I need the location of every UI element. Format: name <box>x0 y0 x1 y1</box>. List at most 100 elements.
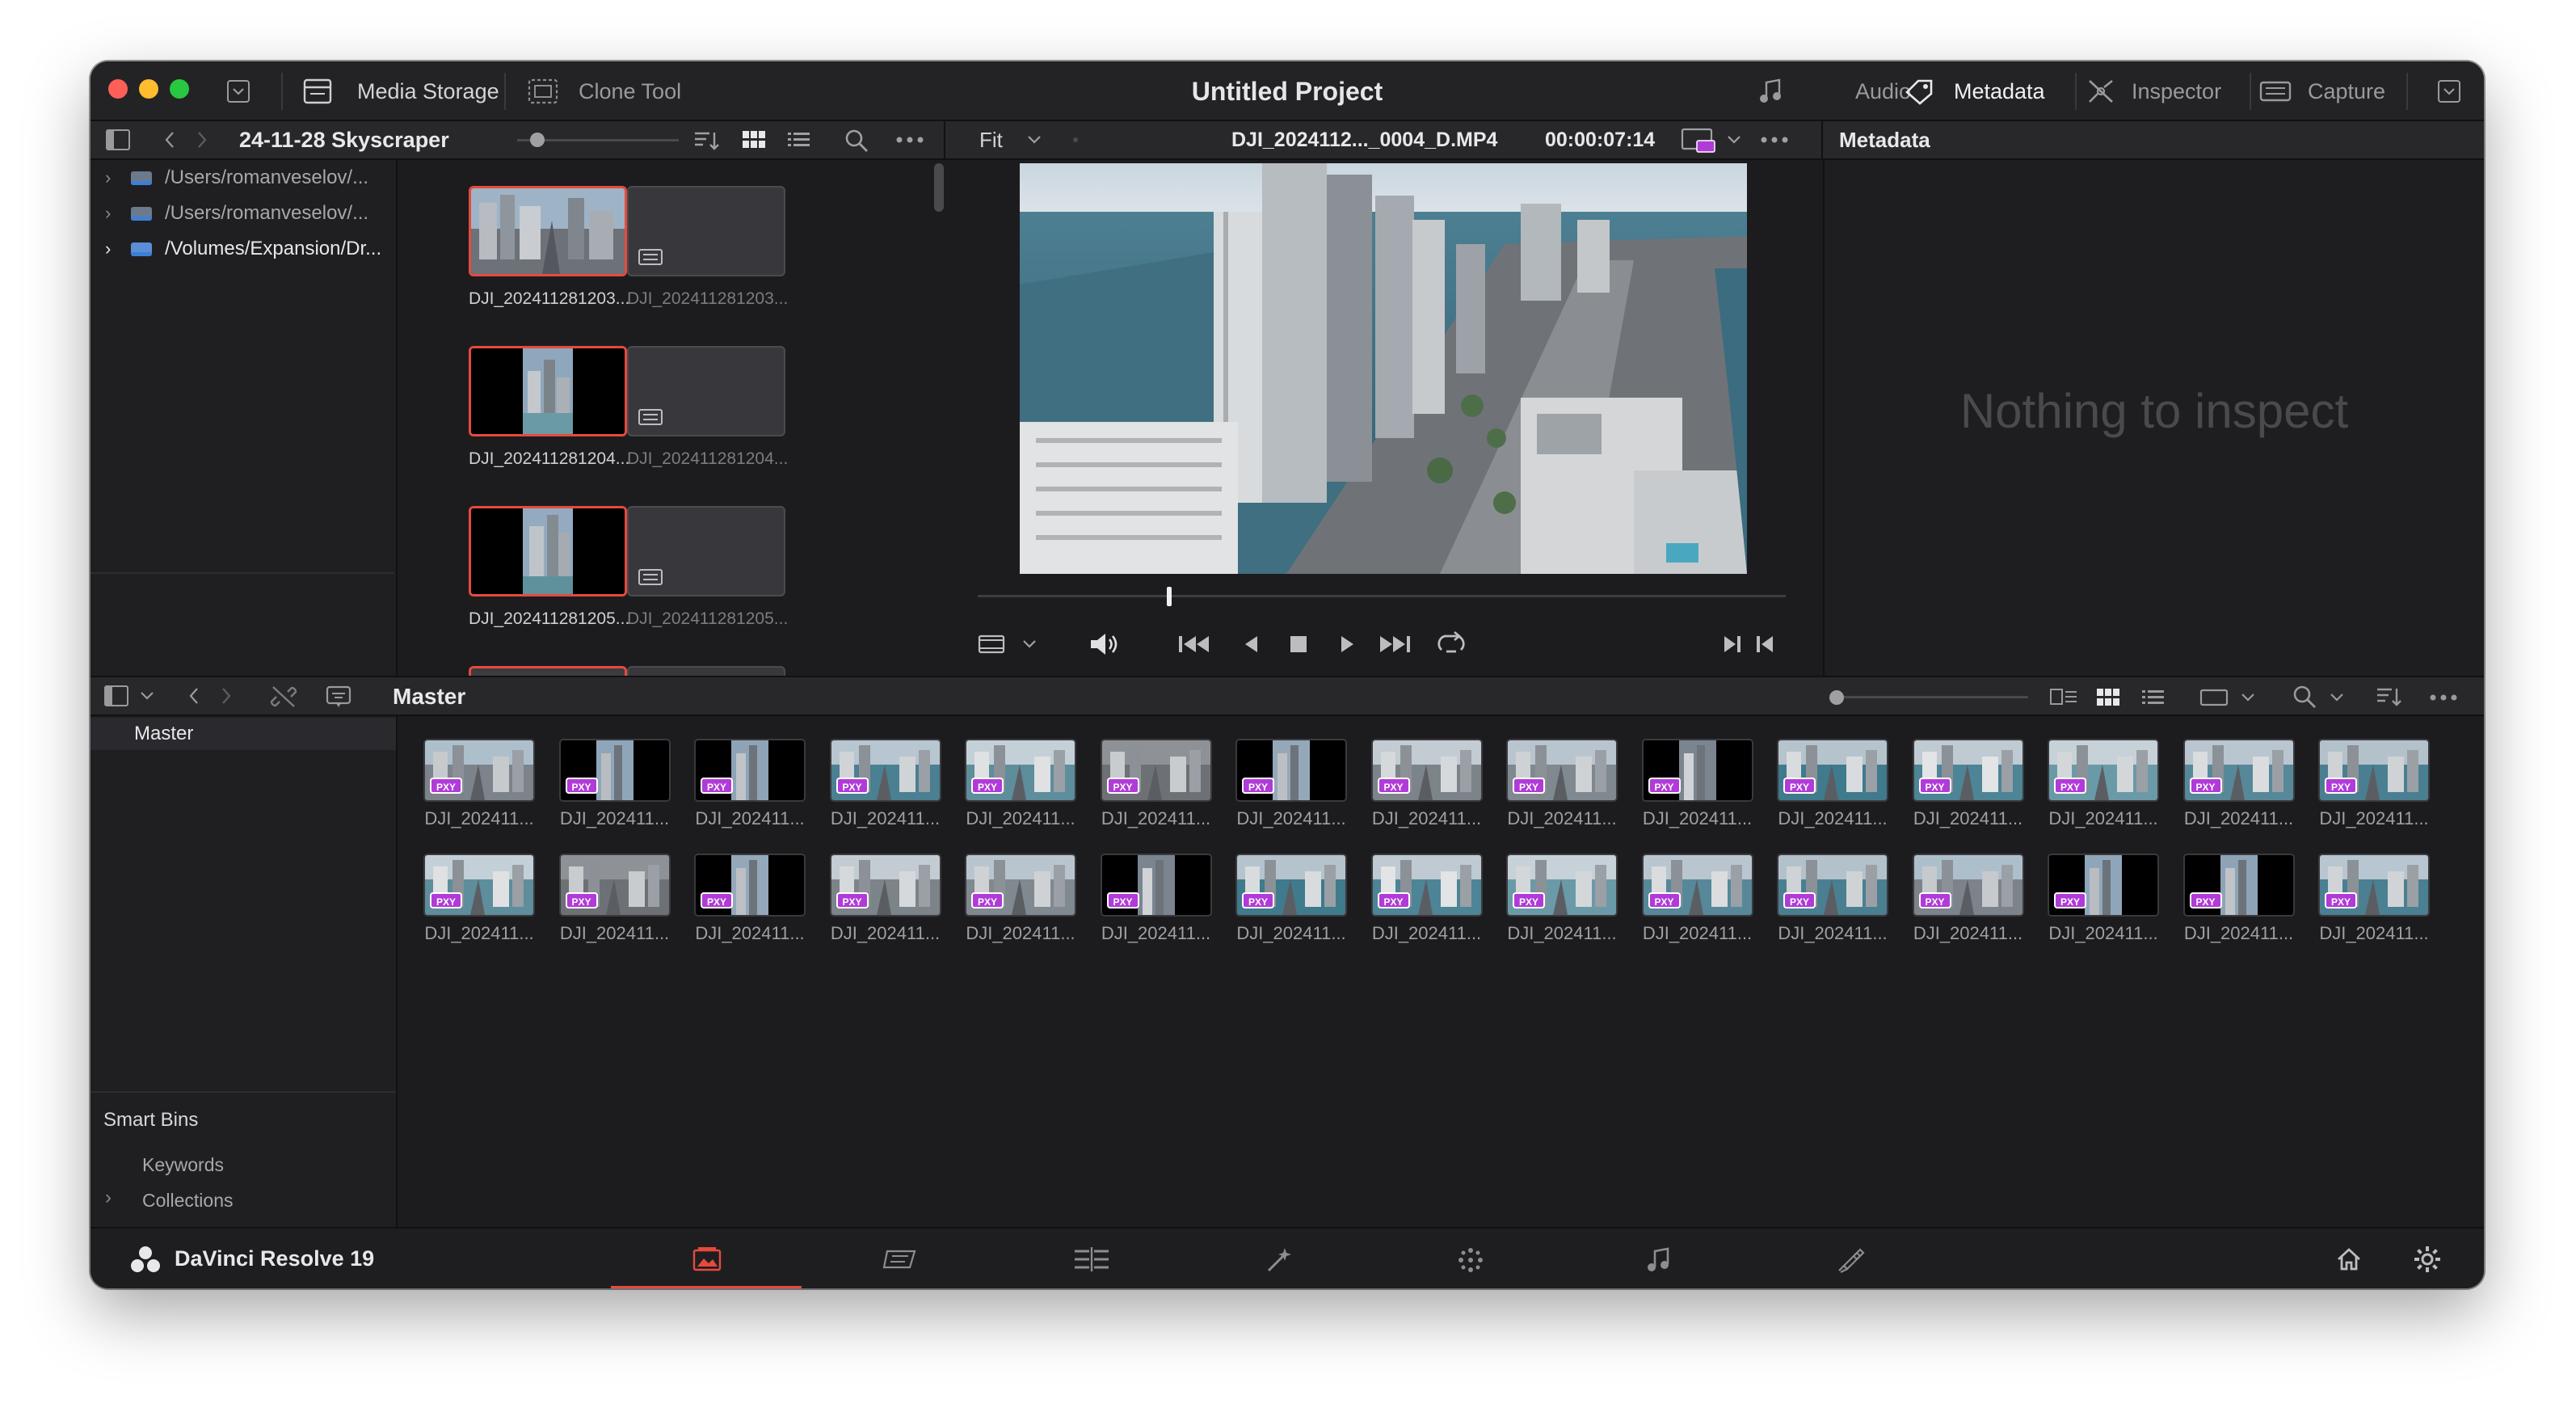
chevron-right-icon[interactable]: › <box>105 160 111 196</box>
pool-clip[interactable]: PXY DJI_202411... <box>2182 854 2296 944</box>
storage-clip[interactable]: DJI_202411281203... <box>469 186 630 309</box>
cut-page-button[interactable] <box>802 1229 992 1288</box>
sort-icon[interactable] <box>692 129 719 152</box>
filter-icon[interactable] <box>325 684 352 710</box>
chevron-right-icon[interactable]: › <box>105 231 111 267</box>
fusion-page-button[interactable] <box>1183 1229 1374 1288</box>
unlink-icon[interactable] <box>270 684 297 710</box>
proxy-display-icon[interactable] <box>1681 128 1716 154</box>
pool-clip[interactable]: PXY DJI_202411... <box>829 854 943 944</box>
workspace-dropdown-icon[interactable] <box>226 79 250 103</box>
stop-icon[interactable] <box>1288 634 1309 655</box>
scrubber-track[interactable] <box>978 595 1786 597</box>
pool-clip[interactable]: PXY DJI_202411... <box>558 739 672 829</box>
audio-tab[interactable]: Audio <box>1855 61 1911 121</box>
location-item[interactable]: › /Users/romanveselov/... <box>90 196 398 231</box>
pool-clip[interactable]: PXY DJI_202411... <box>2182 739 2296 829</box>
media-page-button[interactable] <box>611 1229 802 1288</box>
playhead[interactable] <box>1167 587 1172 606</box>
pool-clip[interactable]: PXY DJI_202411... <box>1100 739 1214 829</box>
metadata-tab[interactable]: Metadata <box>1954 61 2045 121</box>
pool-clip[interactable]: PXY DJI_202411... <box>423 854 537 944</box>
edit-page-button[interactable] <box>992 1229 1183 1288</box>
pool-thumb-slider-knob[interactable] <box>1829 690 1844 705</box>
zoom-fit-select[interactable]: Fit <box>979 121 1003 158</box>
capture-icon[interactable] <box>2259 79 2292 103</box>
clip-view-icon[interactable] <box>978 634 1010 655</box>
pool-clip[interactable]: PXY DJI_202411... <box>1912 739 2026 829</box>
pool-clip[interactable]: PXY DJI_202411... <box>2048 854 2161 944</box>
pool-clip[interactable]: PXY DJI_202411... <box>1235 854 1349 944</box>
collections-chevron-right-icon[interactable]: › <box>105 1187 112 1209</box>
storage-clip-partial[interactable] <box>627 666 785 676</box>
pool-more-options-icon[interactable] <box>2429 693 2458 702</box>
settings-gear-icon[interactable] <box>2413 1245 2442 1274</box>
mark-out-icon[interactable] <box>1753 632 1776 656</box>
loop-icon[interactable] <box>1433 630 1469 658</box>
color-page-button[interactable] <box>1374 1229 1564 1288</box>
pool-clip[interactable]: PXY DJI_202411... <box>829 739 943 829</box>
video-frame[interactable] <box>1020 163 1747 574</box>
viewer-options-icon[interactable] <box>1760 136 1789 144</box>
fairlight-page-button[interactable] <box>1564 1229 1755 1288</box>
search-icon[interactable] <box>844 128 869 154</box>
jump-to-end-icon[interactable] <box>1377 632 1412 656</box>
sidebar-toggle-icon[interactable] <box>105 128 131 152</box>
pool-sidebar-toggle-icon[interactable] <box>103 684 129 708</box>
more-options-icon[interactable] <box>895 136 924 144</box>
pool-clip[interactable]: PXY DJI_202411... <box>2318 739 2431 829</box>
pool-thumb-slider-track[interactable] <box>1834 696 2028 698</box>
pool-grid-view-icon[interactable] <box>2096 687 2120 708</box>
pool-clip[interactable]: PXY DJI_202411... <box>1370 739 1484 829</box>
pool-clip[interactable]: PXY DJI_202411... <box>1777 854 1890 944</box>
aspect-view-icon[interactable] <box>2199 689 2229 706</box>
pool-clip[interactable]: PXY DJI_202411... <box>2048 739 2161 829</box>
inspector-tab[interactable]: Inspector <box>2132 61 2221 121</box>
aspect-chevron-down-icon[interactable] <box>2240 692 2256 703</box>
layout-dropdown-icon[interactable] <box>2437 79 2461 103</box>
back-nav-icon[interactable] <box>162 129 178 150</box>
mark-in-icon[interactable] <box>1721 632 1744 656</box>
pool-sort-icon[interactable] <box>2374 685 2401 708</box>
clone-tool-tab[interactable]: Clone Tool <box>579 61 681 121</box>
pool-clip[interactable]: PXY DJI_202411... <box>1370 854 1484 944</box>
zoom-chevron-down-icon[interactable] <box>1026 134 1042 145</box>
pool-clip[interactable]: PXY DJI_202411... <box>694 739 807 829</box>
storage-clip-partial[interactable] <box>469 666 627 676</box>
zoom-window-button[interactable] <box>170 79 189 99</box>
storage-clip[interactable]: DJI_202411281205... <box>469 506 630 629</box>
pool-clip[interactable]: PXY DJI_202411... <box>1777 739 1890 829</box>
home-icon[interactable] <box>2335 1246 2363 1272</box>
pool-clip[interactable]: PXY DJI_202411... <box>1506 854 1619 944</box>
jump-to-start-icon[interactable] <box>1176 632 1212 656</box>
storage-clip[interactable]: DJI_202411281205... <box>627 506 789 629</box>
thumb-size-slider-knob[interactable] <box>530 133 545 147</box>
play-icon[interactable] <box>1336 632 1357 656</box>
pool-search-icon[interactable] <box>2292 684 2317 710</box>
forward-nav-icon[interactable] <box>194 129 210 150</box>
location-item[interactable]: › /Users/romanveselov/... <box>90 160 398 196</box>
close-window-button[interactable] <box>108 79 128 99</box>
pool-chevron-down-icon[interactable] <box>139 690 155 702</box>
minimize-window-button[interactable] <box>139 79 158 99</box>
storage-clip[interactable]: DJI_202411281204... <box>469 346 630 469</box>
volume-icon[interactable] <box>1088 630 1120 658</box>
smart-bin-collections[interactable]: Collections <box>142 1190 234 1212</box>
inspector-icon[interactable] <box>2086 78 2115 105</box>
viewer-timecode[interactable]: 00:00:07:14 <box>1545 121 1655 158</box>
bin-item-master[interactable]: Master <box>90 718 396 750</box>
grid-view-icon[interactable] <box>742 129 766 150</box>
media-storage-icon[interactable] <box>302 78 333 105</box>
pool-clip[interactable]: PXY DJI_202411... <box>558 854 672 944</box>
pool-clip[interactable]: PXY DJI_202411... <box>1235 739 1349 829</box>
search-chevron-down-icon[interactable] <box>2329 692 2345 703</box>
pool-clip[interactable]: PXY DJI_202411... <box>1641 739 1755 829</box>
pool-clip[interactable]: PXY DJI_202411... <box>2318 854 2431 944</box>
pool-clip[interactable]: PXY DJI_202411... <box>694 854 807 944</box>
proxy-chevron-down-icon[interactable] <box>1726 134 1742 145</box>
clip-browser-scrollbar[interactable] <box>934 163 944 212</box>
pool-clip[interactable]: PXY DJI_202411... <box>1100 854 1214 944</box>
view-chevron-down-icon[interactable] <box>1021 639 1038 650</box>
pool-back-icon[interactable] <box>186 685 202 706</box>
pool-clip[interactable]: PXY DJI_202411... <box>1912 854 2026 944</box>
